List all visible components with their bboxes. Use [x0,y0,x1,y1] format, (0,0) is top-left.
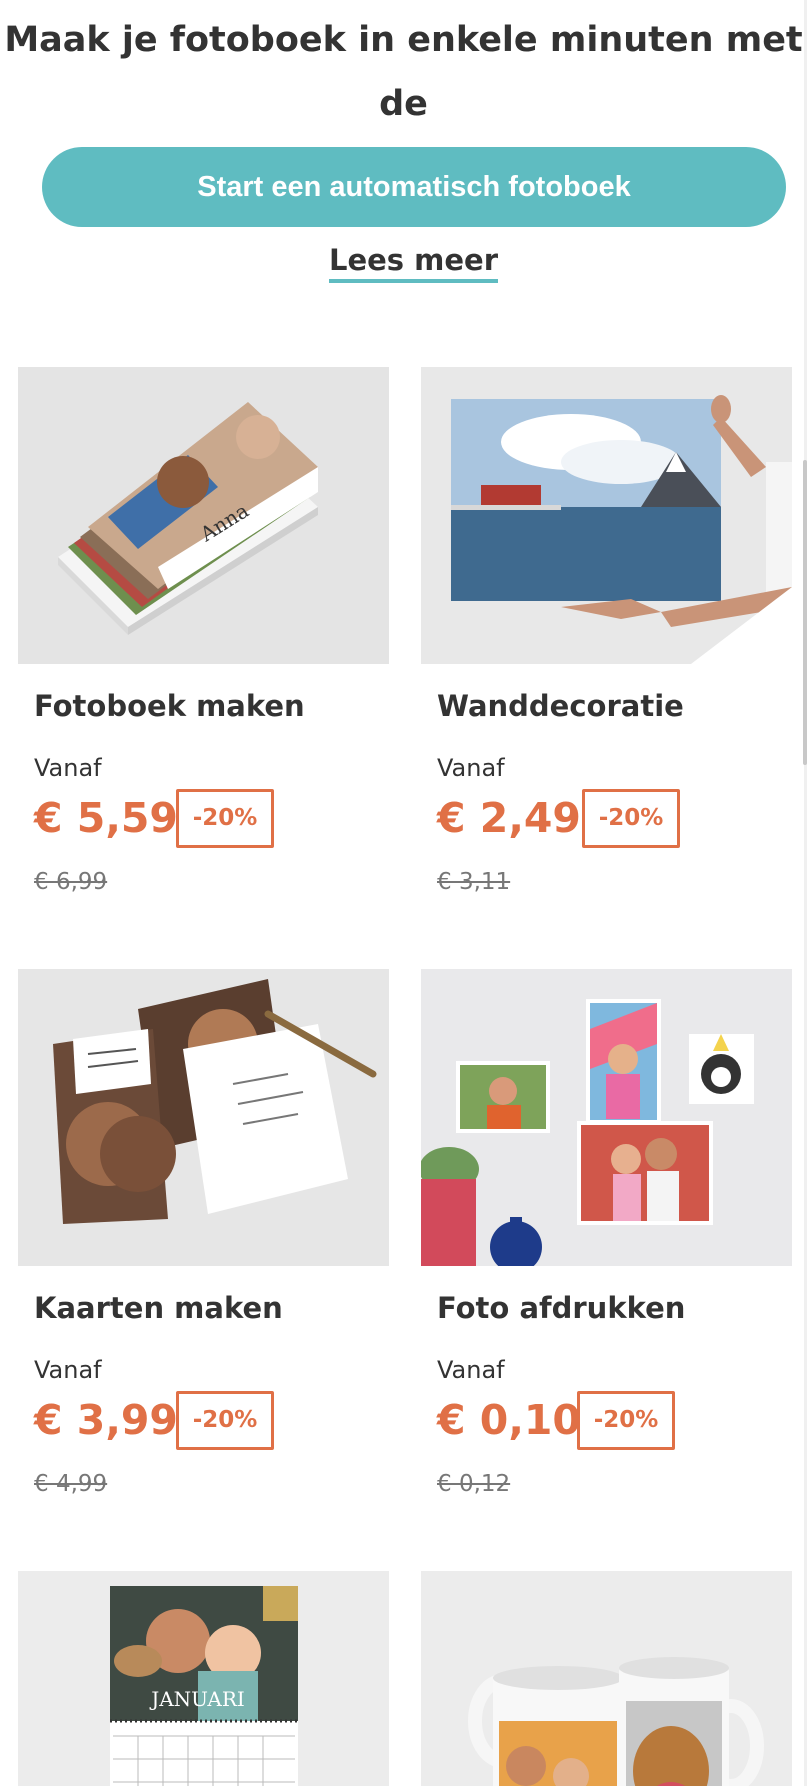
product-overview-page: Maak je fotoboek in enkele minuten met d… [0,0,807,1786]
product-title[interactable]: Wanddecoratie [437,689,684,723]
product-price: € 5,59 [34,794,178,842]
mugs-image[interactable] [421,1571,792,1786]
read-more-link-wrapper: Lees meer [0,243,807,283]
calendar-month-label: JANUARI [149,1687,245,1711]
product-card-mugs[interactable] [421,1571,792,1786]
read-more-link[interactable]: Lees meer [328,243,499,283]
calendar-image[interactable]: JANUARI [18,1571,389,1786]
product-price: € 3,99 [34,1396,178,1444]
wall-decoration-image[interactable] [421,367,792,664]
old-price: € 0,12 [437,1471,511,1497]
photo-prints-image[interactable] [421,969,792,1266]
product-card-photo-prints[interactable]: Foto afdrukken Vanaf € 0,10 -20% € 0,12 [421,969,792,1509]
price-prefix: Vanaf [437,1356,505,1384]
old-price: € 6,99 [34,869,108,895]
product-card-photobook[interactable]: Anna Fotoboek maken Vanaf € 5,59 -20% € … [18,367,389,907]
product-card-calendar[interactable]: JANUARI [18,1571,389,1786]
price-prefix: Vanaf [34,1356,102,1384]
hero-title-line-1: Maak je fotoboek in enkele minuten met d… [4,20,803,124]
cards-image[interactable] [18,969,389,1266]
price-prefix: Vanaf [437,754,505,782]
scrollbar-thumb[interactable] [803,460,807,765]
product-title[interactable]: Kaarten maken [34,1291,283,1325]
discount-badge: -20% [577,1391,675,1450]
product-card-wall-decoration[interactable]: Wanddecoratie Vanaf € 2,49 -20% € 3,11 [421,367,792,907]
start-automatic-photobook-button[interactable]: Start een automatisch fotoboek [42,147,786,227]
old-price: € 4,99 [34,1471,108,1497]
product-title[interactable]: Foto afdrukken [437,1291,685,1325]
product-price: € 0,10 [437,1396,581,1444]
old-price: € 3,11 [437,869,511,895]
product-card-cards[interactable]: Kaarten maken Vanaf € 3,99 -20% € 4,99 [18,969,389,1509]
discount-badge: -20% [176,1391,274,1450]
product-price: € 2,49 [437,794,581,842]
photobook-image[interactable]: Anna [18,367,389,664]
discount-badge: -20% [176,789,274,848]
price-prefix: Vanaf [34,754,102,782]
discount-badge: -20% [582,789,680,848]
product-title[interactable]: Fotoboek maken [34,689,305,723]
